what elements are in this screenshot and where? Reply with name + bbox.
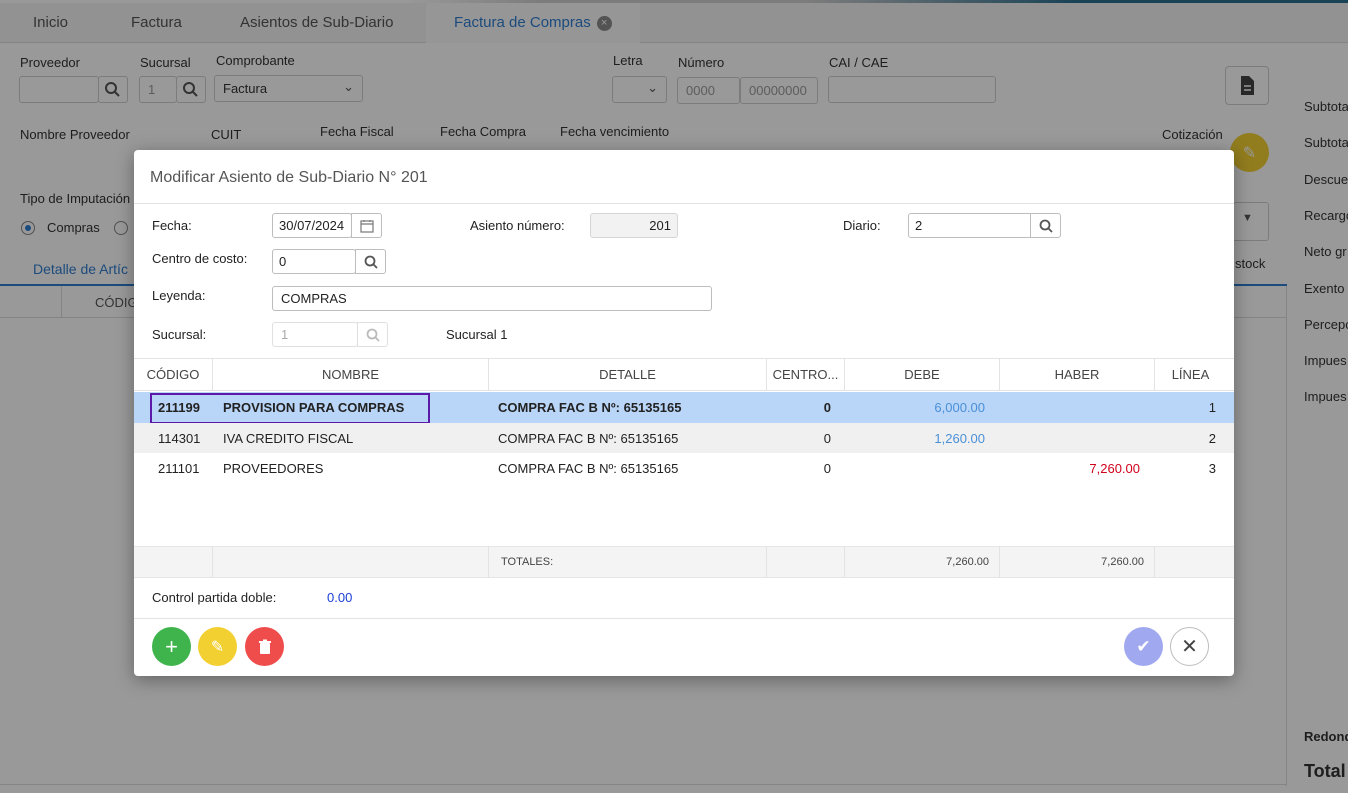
close-icon: ✕ — [1181, 636, 1198, 658]
calendar-icon — [359, 219, 374, 233]
cell-linea: 3 — [1208, 461, 1216, 476]
control-partida-value: 0.00 — [327, 590, 353, 605]
total-haber: 7,260.00 — [1000, 547, 1155, 578]
trash-icon — [258, 639, 271, 654]
search-icon — [364, 255, 378, 269]
totals-spacer — [1155, 547, 1226, 578]
dialog-title: Modificar Asiento de Sub-Diario N° 201 — [150, 169, 428, 186]
sucursal-name: Sucursal 1 — [446, 327, 508, 342]
cell-linea: 1 — [1208, 400, 1216, 415]
sucursal-input: 1 — [272, 322, 358, 347]
total-debe: 7,260.00 — [845, 547, 1000, 578]
column-header-linea[interactable]: LÍNEA — [1155, 359, 1226, 391]
column-header-nombre[interactable]: NOMBRE — [213, 359, 489, 391]
search-icon — [1039, 219, 1053, 233]
centro-costo-search-button[interactable] — [355, 249, 386, 274]
asiento-numero-input: 201 — [590, 213, 678, 238]
column-header-haber[interactable]: HABER — [1000, 359, 1155, 391]
diario-label: Diario: — [843, 218, 881, 233]
cell-codigo: 211101 — [158, 461, 200, 476]
fecha-input[interactable]: 30/07/2024 — [272, 213, 352, 238]
confirm-button[interactable]: ✔ — [1124, 627, 1163, 666]
pencil-icon: ✎ — [210, 638, 225, 656]
sucursal-label: Sucursal: — [152, 327, 207, 342]
column-header-detalle[interactable]: DETALLE — [489, 359, 767, 391]
fecha-calendar-button[interactable] — [351, 213, 382, 238]
asiento-numero-label: Asiento número: — [470, 218, 565, 233]
cell-debe: 1,260.00 — [934, 431, 985, 446]
highlight-box — [150, 393, 430, 424]
cell-debe: 6,000.00 — [934, 400, 985, 415]
cell-nombre: IVA CREDITO FISCAL — [223, 431, 354, 446]
cell-detalle: COMPRA FAC B Nº: 65135165 — [498, 400, 682, 415]
cell-detalle: COMPRA FAC B Nº: 65135165 — [498, 431, 679, 446]
leyenda-input[interactable]: COMPRAS — [272, 286, 712, 311]
centro-costo-label: Centro de costo: — [152, 251, 248, 266]
cancel-button[interactable]: ✕ — [1170, 627, 1209, 666]
cell-centro: 0 — [823, 461, 831, 476]
cell-centro: 0 — [823, 431, 831, 446]
add-line-button[interactable]: + — [152, 627, 191, 666]
column-header-codigo[interactable]: CÓDIGO — [134, 359, 213, 391]
column-header-debe[interactable]: DEBE — [845, 359, 1000, 391]
table-totals-row: TOTALES: 7,260.00 7,260.00 — [134, 546, 1234, 578]
fecha-label: Fecha: — [152, 218, 192, 233]
cell-haber — [1009, 423, 1140, 454]
cell-nombre: PROVEEDORES — [223, 461, 324, 476]
footer-separator — [134, 618, 1234, 619]
diario-search-button[interactable] — [1030, 213, 1061, 238]
control-partida-label: Control partida doble: — [152, 590, 277, 605]
sucursal-search-button — [357, 322, 388, 347]
edit-line-button[interactable]: ✎ — [198, 627, 237, 666]
check-icon: ✔ — [1136, 636, 1151, 656]
cell-haber — [1009, 392, 1140, 423]
totals-spacer — [134, 547, 213, 578]
leyenda-label: Leyenda: — [152, 288, 206, 303]
cell-debe — [854, 453, 985, 484]
totales-label: TOTALES: — [489, 547, 767, 578]
totals-spacer — [767, 547, 845, 578]
cell-centro: 0 — [823, 400, 831, 415]
column-header-centro[interactable]: CENTRO... — [767, 359, 845, 391]
totals-spacer — [213, 547, 489, 578]
table-row[interactable]: 211101 PROVEEDORES COMPRA FAC B Nº: 6513… — [134, 453, 1234, 484]
diario-input[interactable]: 2 — [908, 213, 1032, 238]
table-row[interactable]: 114301 IVA CREDITO FISCAL COMPRA FAC B N… — [134, 423, 1234, 454]
cell-detalle: COMPRA FAC B Nº: 65135165 — [498, 461, 679, 476]
cell-codigo: 114301 — [158, 431, 201, 446]
cell-linea: 2 — [1208, 431, 1216, 446]
plus-icon: + — [165, 633, 178, 659]
table-header: CÓDIGO NOMBRE DETALLE CENTRO... DEBE HAB… — [134, 358, 1234, 391]
search-icon — [366, 328, 380, 342]
cell-haber: 7,260.00 — [1089, 461, 1140, 476]
modificar-asiento-dialog: Modificar Asiento de Sub-Diario N° 201 F… — [134, 150, 1234, 676]
title-separator — [134, 203, 1234, 204]
centro-costo-input[interactable]: 0 — [272, 249, 356, 274]
table-row[interactable]: 211199 PROVISION PARA COMPRAS COMPRA FAC… — [134, 392, 1234, 424]
delete-line-button[interactable] — [245, 627, 284, 666]
